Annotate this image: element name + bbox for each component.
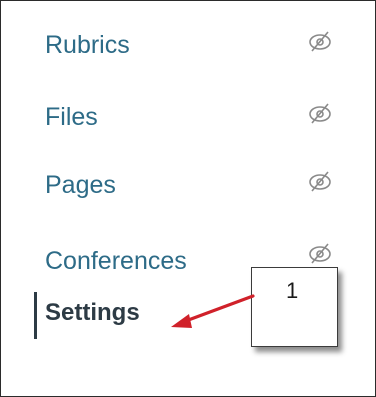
hidden-eye-icon[interactable] (306, 241, 334, 265)
active-item-indicator (34, 292, 37, 339)
nav-item-label: Conferences (45, 247, 187, 275)
course-navigation-panel: Rubrics Files Pages Conferences Settings… (0, 0, 376, 397)
nav-item-pages[interactable]: Pages (45, 173, 116, 198)
nav-item-rubrics[interactable]: Rubrics (45, 33, 130, 58)
annotation-arrow (171, 294, 255, 328)
hidden-eye-icon[interactable] (306, 169, 334, 193)
nav-item-conferences[interactable]: Conferences (45, 249, 187, 274)
nav-item-label: Files (45, 103, 98, 131)
nav-item-settings[interactable]: Settings (45, 301, 140, 325)
hidden-eye-icon[interactable] (306, 101, 334, 125)
callout-number: 1 (286, 278, 299, 303)
nav-item-label: Settings (45, 299, 140, 326)
callout-box: 1 (251, 267, 338, 347)
hidden-eye-icon[interactable] (306, 29, 334, 53)
nav-item-label: Rubrics (45, 31, 130, 59)
nav-item-label: Pages (45, 171, 116, 199)
nav-item-files[interactable]: Files (45, 105, 98, 130)
